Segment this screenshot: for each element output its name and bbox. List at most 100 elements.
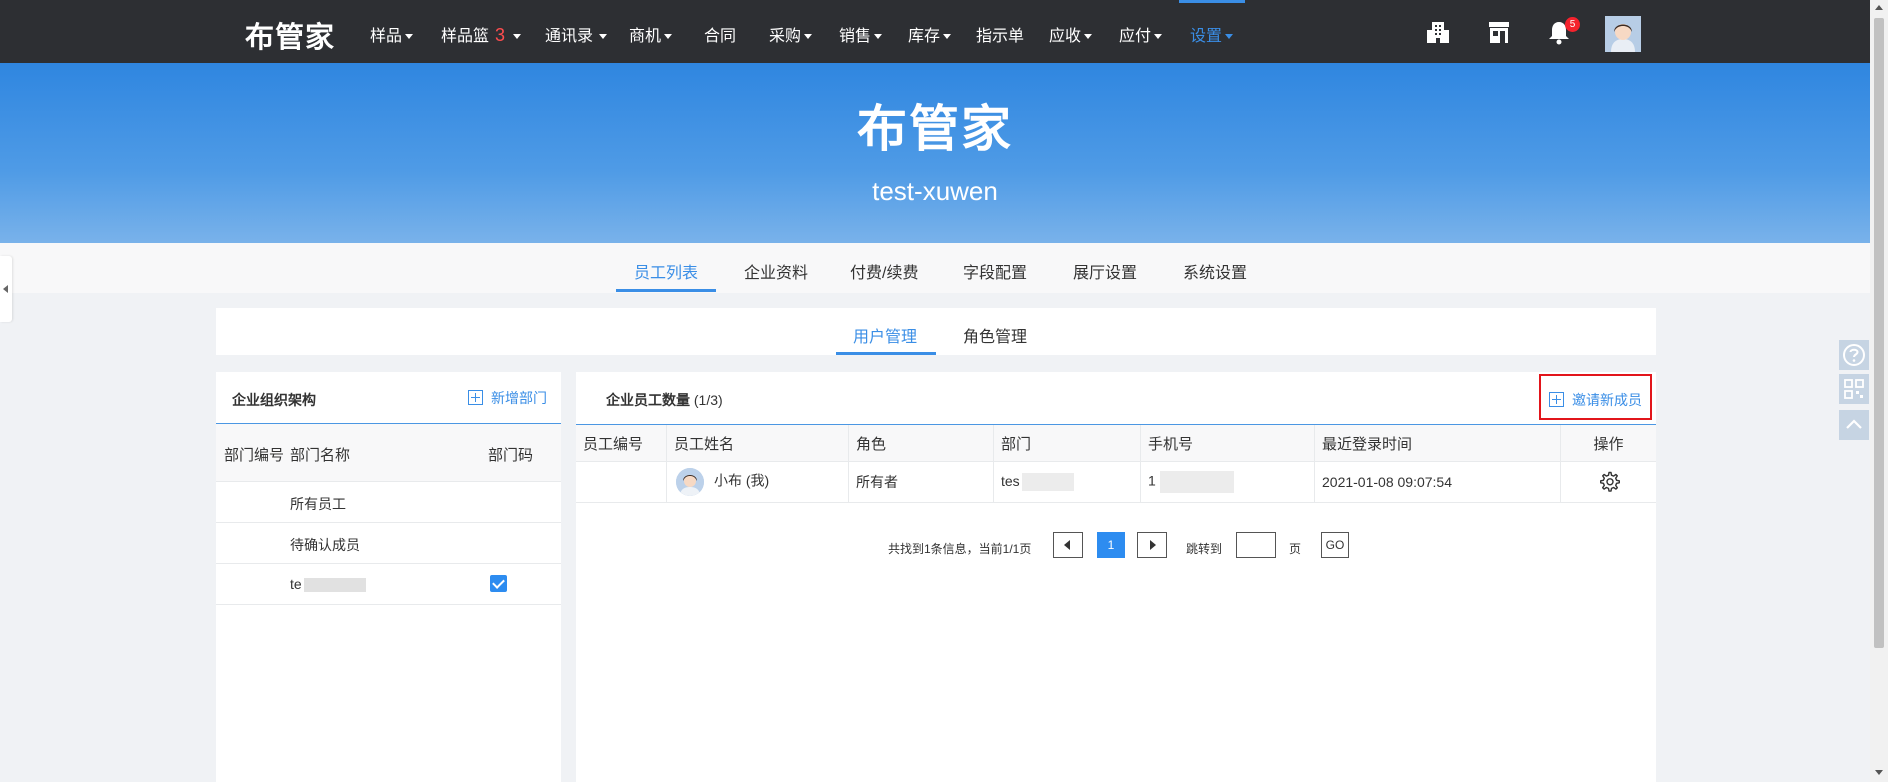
add-department-button[interactable]: 新增部门 [468, 388, 547, 408]
cell-actions [1560, 461, 1656, 503]
nav-label: 样品 [370, 28, 403, 45]
employee-panel-header: 企业员工数量 (1/3) 邀请新成员 [576, 372, 1656, 425]
sidebar-toggle-handle[interactable] [0, 256, 12, 322]
nav-item-contacts[interactable]: 通讯录 [545, 22, 608, 46]
nav-label: 通讯录 [545, 28, 594, 45]
vertical-scrollbar[interactable] [1870, 0, 1888, 782]
avatar-image [676, 468, 704, 496]
caret-left-icon [1064, 540, 1070, 550]
employee-count-title: 企业员工数量 (1/3) [606, 390, 723, 410]
store-icon[interactable] [1485, 18, 1513, 46]
notification-badge: 5 [1565, 17, 1580, 32]
banner-title: 布管家 [857, 101, 1013, 157]
col-employee-id: 员工编号 [576, 425, 667, 462]
qr-code-icon [1844, 379, 1864, 399]
subtab-bar: 用户管理 角色管理 [216, 308, 1656, 355]
tab-showroom-settings[interactable]: 展厅设置 [1073, 259, 1137, 283]
add-department-label: 新增部门 [491, 390, 547, 406]
department-text: tes [1001, 472, 1020, 489]
go-button[interactable]: GO [1321, 532, 1349, 558]
app-logo[interactable]: 布管家 [245, 14, 335, 56]
user-avatar[interactable] [1605, 16, 1641, 52]
next-page-button[interactable] [1137, 532, 1167, 558]
employee-name: 小布 (我) [714, 472, 770, 489]
caret-down-icon [599, 34, 608, 40]
cell-last-login: 2021-01-08 09:07:54 [1314, 461, 1561, 503]
dept-table-header: 部门编号 部门名称 部门码 [216, 424, 561, 482]
caret-down-icon [664, 34, 673, 40]
scroll-up-arrow-icon[interactable] [1875, 5, 1883, 10]
avatar [676, 468, 704, 496]
avatar-image [1605, 16, 1641, 52]
dept-name: te [290, 576, 366, 593]
col-dept-name: 部门名称 [290, 447, 351, 464]
settings-tabbar: 员工列表 企业资料 付费/续费 字段配置 展厅设置 系统设置 [0, 243, 1870, 293]
nav-item-purchasing[interactable]: 采购 [769, 22, 813, 46]
table-row[interactable]: 小布 (我) 所有者 tes 1 2021-01-08 09:07:54 [576, 461, 1656, 503]
tab-role-management[interactable]: 角色管理 [963, 323, 1027, 347]
dept-row-pending-members[interactable]: 待确认成员 [216, 523, 561, 564]
current-page-button[interactable]: 1 [1097, 532, 1125, 558]
org-structure-panel: 企业组织架构 新增部门 部门编号 部门名称 部门码 所有员工 待确认成员 te [216, 372, 561, 782]
nav-item-opportunities[interactable]: 商机 [629, 22, 673, 46]
nav-item-instructions[interactable]: 指示单 [976, 22, 1024, 46]
redacted-text [303, 578, 366, 593]
nav-item-inventory[interactable]: 库存 [908, 22, 952, 46]
caret-right-icon [1150, 540, 1156, 550]
dept-row-all-employees[interactable]: 所有员工 [216, 482, 561, 523]
scrollbar-thumb[interactable] [1874, 18, 1884, 648]
nav-item-samples[interactable]: 样品 [370, 22, 414, 46]
nav-item-settings[interactable]: 设置 [1190, 22, 1234, 46]
tab-user-management[interactable]: 用户管理 [853, 323, 917, 347]
invite-member-button[interactable]: 邀请新成员 [1539, 374, 1652, 420]
tab-field-config[interactable]: 字段配置 [963, 259, 1027, 283]
redacted-text [1159, 471, 1234, 493]
jump-page-input[interactable] [1236, 532, 1276, 558]
nav-label: 指示单 [976, 28, 1025, 45]
company-banner: 布管家 test-xuwen [0, 63, 1870, 243]
nav-label: 商机 [629, 28, 662, 45]
qr-code-button[interactable] [1839, 374, 1869, 404]
col-role: 角色 [848, 425, 994, 462]
nav-item-contracts[interactable]: 合同 [704, 22, 736, 46]
employee-panel: 企业员工数量 (1/3) 邀请新成员 员工编号 员工姓名 角色 部门 手机号 最… [576, 372, 1656, 782]
gear-icon[interactable] [1597, 470, 1621, 494]
nav-label: 采购 [769, 28, 802, 45]
help-button[interactable] [1839, 340, 1869, 370]
phone-text: 1 [1148, 472, 1156, 489]
page-unit-label: 页 [1289, 542, 1302, 556]
tab-employee-list[interactable]: 员工列表 [634, 259, 698, 283]
caret-down-icon [1154, 34, 1163, 40]
dept-row-company[interactable]: te [216, 564, 561, 605]
cell-role: 所有者 [848, 461, 994, 503]
nav-item-receivables[interactable]: 应收 [1049, 22, 1093, 46]
invite-member-link[interactable]: 邀请新成员 [1549, 390, 1642, 410]
prev-page-button[interactable] [1053, 532, 1083, 558]
nav-label: 样品篮 [441, 28, 490, 45]
org-panel-header: 企业组织架构 新增部门 [216, 372, 561, 424]
building-icon[interactable] [1424, 18, 1452, 46]
tab-billing[interactable]: 付费/续费 [850, 259, 918, 283]
back-to-top-button[interactable] [1839, 410, 1869, 440]
caret-down-icon [1225, 34, 1234, 40]
nav-label: 设置 [1190, 28, 1223, 45]
col-last-login: 最近登录时间 [1314, 425, 1561, 462]
plus-square-icon [1549, 392, 1564, 407]
caret-down-icon [943, 34, 952, 40]
chevron-up-icon [1846, 419, 1862, 429]
caret-down-icon [804, 34, 813, 40]
tab-system-settings[interactable]: 系统设置 [1183, 259, 1247, 283]
tab-company-info[interactable]: 企业资料 [744, 259, 808, 283]
dept-code-checkbox[interactable] [490, 575, 507, 592]
employee-count-value: (1/3) [693, 392, 723, 408]
org-panel-title: 企业组织架构 [232, 392, 316, 408]
plus-square-icon [468, 390, 483, 405]
nav-item-sample-basket[interactable]: 样品篮 3 [441, 22, 522, 46]
scroll-down-arrow-icon[interactable] [1875, 770, 1883, 775]
top-navbar: 布管家 样品 样品篮 3 通讯录 商机 合同 采购 销售 库存 指示单 应收 应付… [0, 0, 1870, 63]
nav-item-payables[interactable]: 应付 [1119, 22, 1163, 46]
col-dept-code: 部门码 [488, 447, 534, 464]
nav-item-sales[interactable]: 销售 [839, 22, 883, 46]
nav-label: 销售 [839, 28, 872, 45]
redacted-text [1021, 473, 1074, 492]
